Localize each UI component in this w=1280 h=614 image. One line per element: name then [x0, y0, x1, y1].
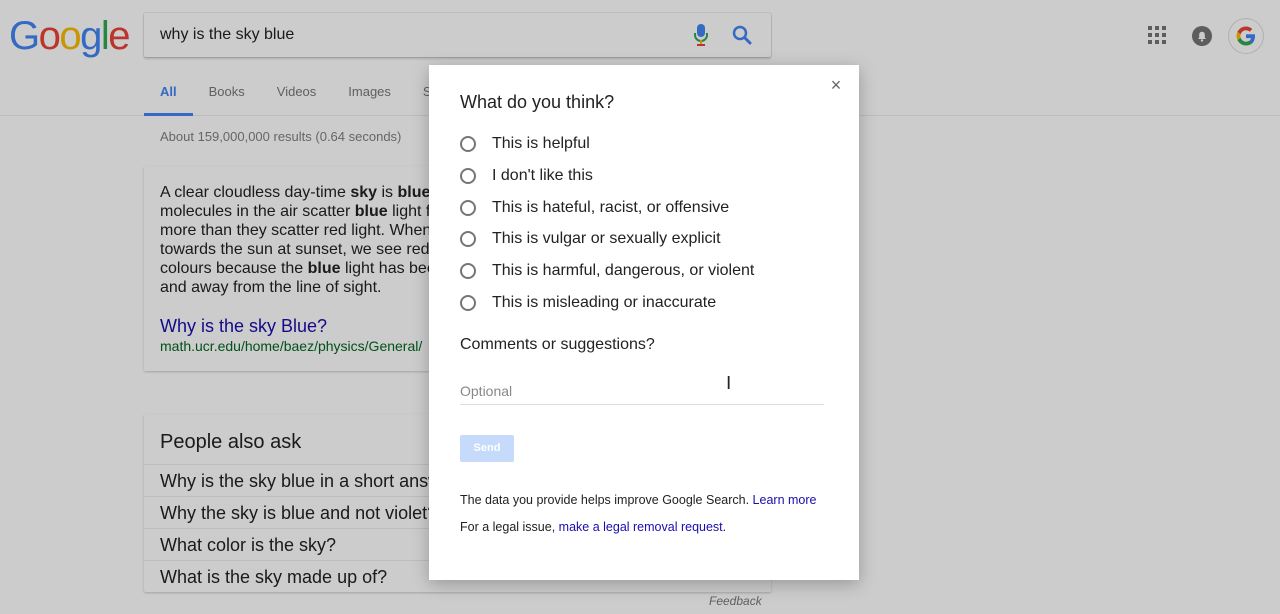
option-label: This is hateful, racist, or offensive	[492, 199, 730, 216]
legal-suffix: .	[722, 520, 727, 534]
legal-text: For a legal issue, make a legal removal …	[460, 520, 726, 534]
send-button[interactable]: Send	[460, 435, 514, 462]
option-label: This is vulgar or sexually explicit	[492, 230, 721, 247]
radio-button[interactable]	[460, 263, 476, 279]
option-label: This is misleading or inaccurate	[492, 294, 717, 311]
feedback-option-misleading[interactable]: This is misleading or inaccurate	[460, 292, 716, 314]
feedback-option-helpful[interactable]: This is helpful	[460, 133, 590, 155]
option-label: This is helpful	[492, 135, 590, 152]
info-message: The data you provide helps improve Googl…	[460, 493, 750, 507]
option-label: This is harmful, dangerous, or violent	[492, 262, 755, 279]
feedback-option-harmful[interactable]: This is harmful, dangerous, or violent	[460, 260, 754, 282]
learn-more-link[interactable]: Learn more	[753, 493, 817, 507]
dialog-title: What do you think?	[460, 92, 615, 112]
info-text: The data you provide helps improve Googl…	[460, 493, 816, 507]
comments-input[interactable]	[460, 377, 824, 405]
feedback-dialog: × What do you think? This is helpful I d…	[429, 65, 859, 580]
text-cursor-icon: I	[726, 373, 732, 394]
comments-label: Comments or suggestions?	[460, 336, 655, 353]
feedback-option-vulgar[interactable]: This is vulgar or sexually explicit	[460, 228, 721, 250]
legal-message: For a legal issue,	[460, 520, 556, 534]
feedback-option-hateful[interactable]: This is hateful, racist, or offensive	[460, 197, 729, 219]
radio-button[interactable]	[460, 200, 476, 216]
legal-removal-link[interactable]: make a legal removal request	[559, 520, 723, 534]
radio-button[interactable]	[460, 136, 476, 152]
option-label: I don't like this	[492, 167, 593, 184]
close-icon[interactable]: ×	[828, 76, 844, 94]
radio-button[interactable]	[460, 295, 476, 311]
radio-button[interactable]	[460, 231, 476, 247]
feedback-option-dislike[interactable]: I don't like this	[460, 165, 593, 187]
radio-button[interactable]	[460, 168, 476, 184]
